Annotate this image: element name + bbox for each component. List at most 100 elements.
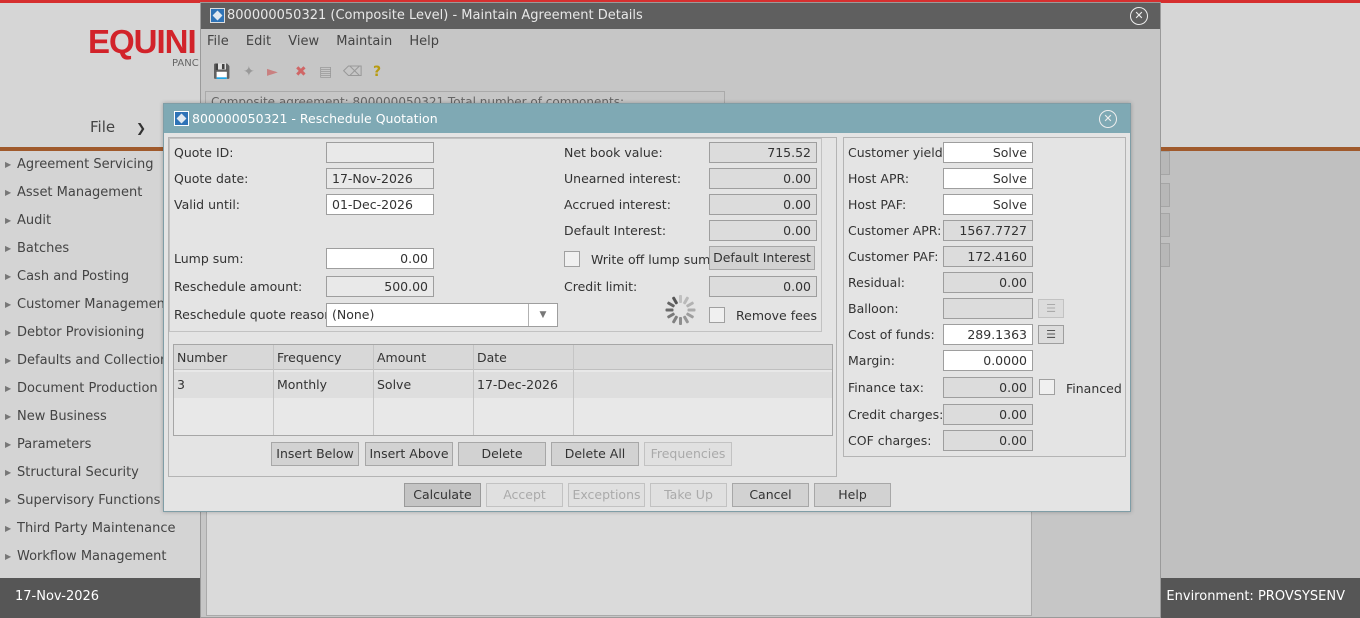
sidebar-item[interactable]: ▶ Workflow Management (0, 543, 200, 571)
reschedule-reason-select[interactable]: (None) ▼ (326, 303, 558, 327)
caret-right-icon: ▶ (5, 384, 12, 393)
reschedule-reason-value: (None) (332, 307, 375, 322)
close-icon[interactable]: ✕ (1130, 7, 1148, 25)
caret-right-icon: ▶ (5, 328, 12, 337)
cell-amount[interactable]: Solve (374, 372, 411, 398)
exceptions-button[interactable]: Exceptions (568, 483, 645, 507)
caret-right-icon: ▶ (5, 496, 12, 505)
customer-yield-field[interactable]: Solve (943, 142, 1033, 163)
eraser-icon[interactable]: ⌫ (343, 63, 363, 81)
brand-subtext: PANC (172, 58, 199, 69)
menu-help[interactable]: Help (409, 34, 439, 49)
take-up-button[interactable]: Take Up (650, 483, 727, 507)
margin-label: Margin: (848, 353, 895, 368)
list-icon[interactable]: ☰ (1038, 299, 1064, 318)
help-icon[interactable]: ? (373, 63, 381, 81)
menu-view[interactable]: View (288, 34, 319, 49)
residual-label: Residual: (848, 275, 906, 290)
app-file-menu[interactable]: File (90, 118, 115, 136)
frequencies-button[interactable]: Frequencies (644, 442, 732, 466)
valid-until-field[interactable]: 01-Dec-2026 (326, 194, 434, 215)
default-interest-button[interactable]: Default Interest (709, 246, 815, 270)
host-apr-field[interactable]: Solve (943, 168, 1033, 189)
unearned-interest-label: Unearned interest: (564, 171, 682, 186)
grid-column-divider (174, 345, 274, 435)
quote-date-field[interactable]: 17-Nov-2026 (326, 168, 434, 189)
credit-charges-label: Credit charges: (848, 407, 944, 422)
loading-spinner-icon (665, 294, 697, 326)
credit-charges-field: 0.00 (943, 404, 1033, 425)
balloon-label: Balloon: (848, 301, 899, 316)
cof-charges-field: 0.00 (943, 430, 1033, 451)
right-action-panel: ges ils (1130, 151, 1360, 578)
delete-button[interactable]: Delete (458, 442, 546, 466)
brand-logo: EQUINI (88, 23, 197, 60)
customer-paf-label: Customer PAF: (848, 249, 939, 264)
cell-frequency[interactable]: Monthly (274, 372, 327, 398)
calculate-button[interactable]: Calculate (404, 483, 481, 507)
cell-date[interactable]: 17-Dec-2026 (474, 372, 558, 398)
residual-field: 0.00 (943, 272, 1033, 293)
caret-right-icon: ▶ (5, 160, 12, 169)
dialog-title-bar[interactable]: 800000050321 - Reschedule Quotation ✕ (164, 104, 1130, 133)
caret-right-icon: ▶ (5, 300, 12, 309)
delete-all-button[interactable]: Delete All (551, 442, 639, 466)
insert-below-button[interactable]: Insert Below (271, 442, 359, 466)
list-icon[interactable]: ☰ (1038, 325, 1064, 344)
finance-tax-label: Finance tax: (848, 380, 924, 395)
cell-number[interactable]: 3 (174, 372, 185, 398)
app-window-icon (210, 8, 225, 23)
sidebar-item[interactable]: ▶ Third Party Maintenance (0, 515, 200, 543)
app-window-icon (174, 111, 189, 126)
close-icon[interactable]: ✕ (1099, 110, 1117, 128)
document-icon[interactable]: ▤ (319, 63, 332, 81)
caret-right-icon: ▶ (5, 188, 12, 197)
split-icon[interactable]: ► (267, 63, 278, 81)
quote-date-label: Quote date: (174, 171, 249, 186)
margin-field[interactable]: 0.0000 (943, 350, 1033, 371)
caret-right-icon: ▶ (5, 216, 12, 225)
delete-icon[interactable]: ✖ (295, 63, 307, 81)
lump-sum-field[interactable]: 0.00 (326, 248, 434, 269)
reschedule-reason-label: Reschedule quote reason: (174, 307, 337, 322)
schedule-grid: Number Frequency Amount Date 3 Monthly S… (173, 344, 833, 436)
write-off-lump-sum-label: Write off lump sum (591, 252, 711, 267)
financed-checkbox[interactable] (1039, 379, 1055, 395)
lump-sum-label: Lump sum: (174, 251, 244, 266)
caret-right-icon: ▶ (5, 356, 12, 365)
chevron-down-icon[interactable]: ▼ (528, 304, 557, 326)
default-interest-field: 0.00 (709, 220, 817, 241)
customer-apr-field: 1567.7727 (943, 220, 1033, 241)
unearned-interest-field: 0.00 (709, 168, 817, 189)
dialog-title: 800000050321 - Reschedule Quotation (192, 111, 438, 126)
insert-above-button[interactable]: Insert Above (365, 442, 453, 466)
menu-file[interactable]: File (207, 34, 229, 49)
write-off-lump-sum-checkbox[interactable] (564, 251, 580, 267)
reschedule-amount-field[interactable]: 500.00 (326, 276, 434, 297)
save-icon[interactable]: 💾 (213, 63, 230, 81)
accrued-interest-field: 0.00 (709, 194, 817, 215)
pin-icon[interactable]: ✦ (243, 63, 255, 81)
accept-button[interactable]: Accept (486, 483, 563, 507)
host-paf-field[interactable]: Solve (943, 194, 1033, 215)
menu-maintain[interactable]: Maintain (336, 34, 392, 49)
host-paf-label: Host PAF: (848, 197, 907, 212)
help-button[interactable]: Help (814, 483, 891, 507)
host-apr-label: Host APR: (848, 171, 910, 186)
quote-id-label: Quote ID: (174, 145, 234, 160)
cost-of-funds-field[interactable]: 289.1363 (943, 324, 1033, 345)
quote-id-field[interactable] (326, 142, 434, 163)
window-title-bar[interactable]: 800000050321 (Composite Level) - Maintai… (201, 3, 1160, 29)
customer-yield-label: Customer yield: (848, 145, 947, 160)
chevron-down-icon[interactable]: ❯ (136, 121, 146, 135)
valid-until-label: Valid until: (174, 197, 240, 212)
footer-date: 17-Nov-2026 (15, 589, 100, 604)
menu-edit[interactable]: Edit (246, 34, 271, 49)
credit-limit-field: 0.00 (709, 276, 817, 297)
caret-right-icon: ▶ (5, 440, 12, 449)
remove-fees-checkbox[interactable] (709, 307, 725, 323)
net-book-value-field: 715.52 (709, 142, 817, 163)
cancel-button[interactable]: Cancel (732, 483, 809, 507)
cof-charges-label: COF charges: (848, 433, 932, 448)
default-interest-label: Default Interest: (564, 223, 667, 238)
